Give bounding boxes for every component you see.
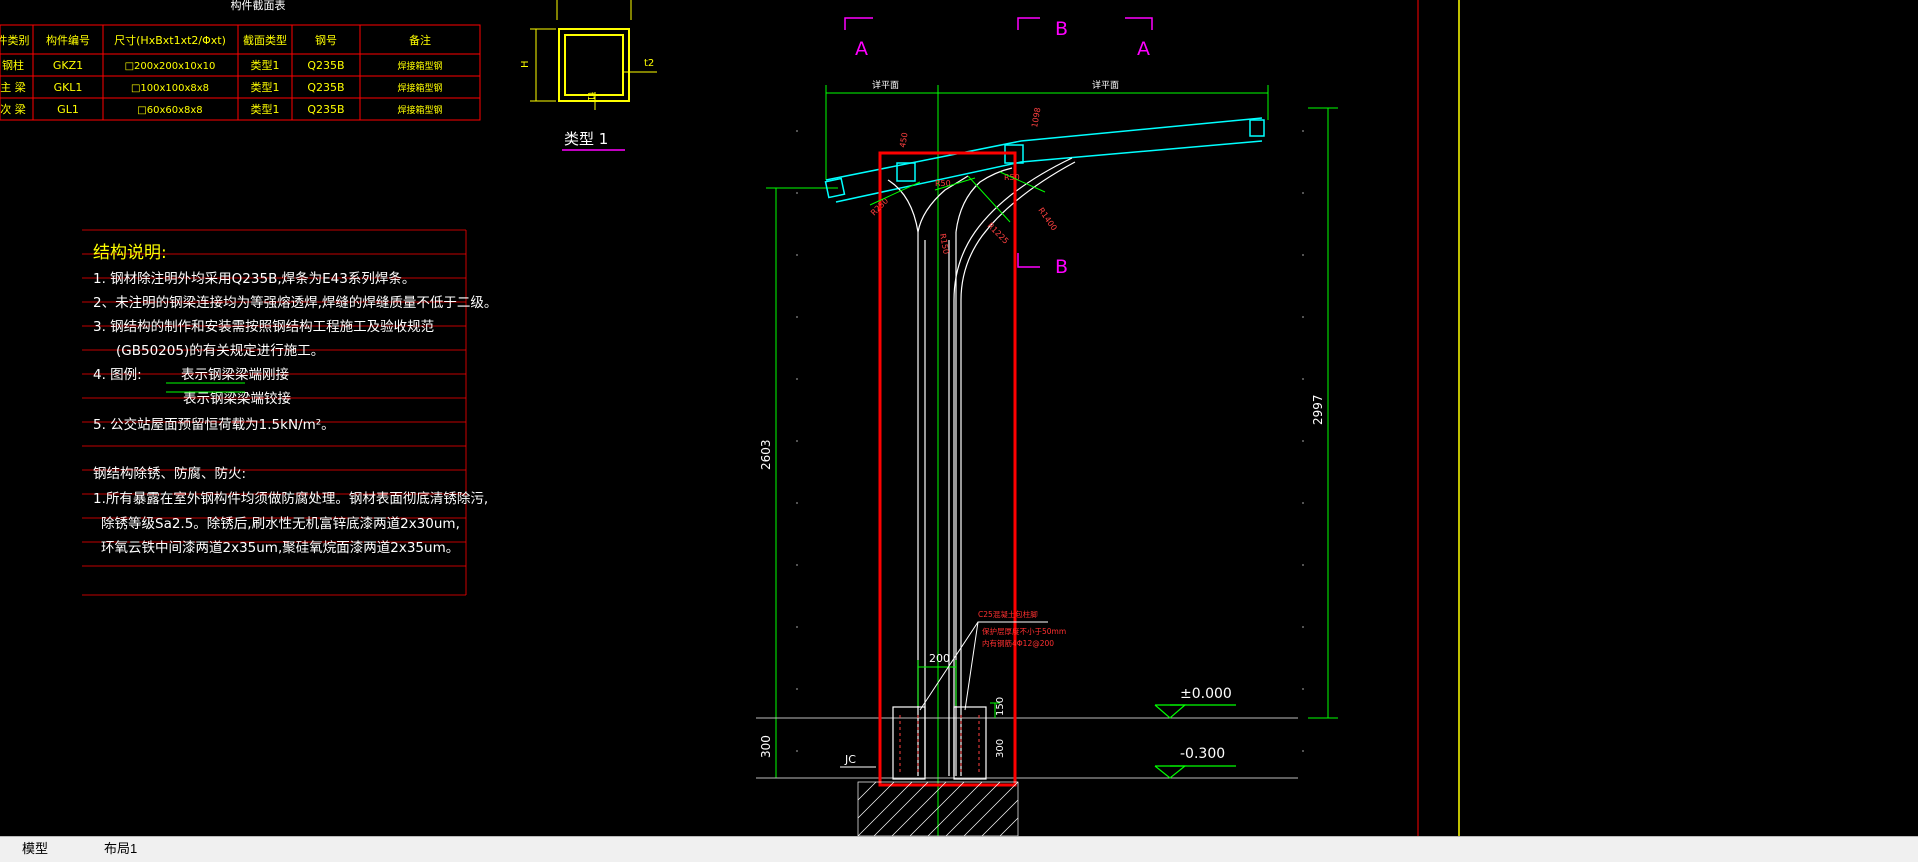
dim-1098: 1098 bbox=[1030, 107, 1042, 129]
tab-layout1-label: 布局1 bbox=[104, 841, 138, 856]
foundation-note: C25混凝土包柱脚 bbox=[978, 609, 1038, 619]
dim-r1400: R1400 bbox=[1036, 206, 1058, 232]
dim-left-height: 2603 bbox=[759, 439, 773, 470]
section-table-title: 构件截面表 bbox=[231, 0, 286, 12]
section-table: 构件截面表 件类别 构件编号 尺寸(HxBxt1xt2/Φxt) 截面类型 钢号… bbox=[0, 0, 481, 121]
dim-t1-label: t1 bbox=[585, 92, 595, 101]
dim-450: 450 bbox=[898, 132, 910, 149]
notes-line: 除锈等级Sa2.5。除锈后,刷水性无机富锌底漆两道2x30um, bbox=[101, 515, 460, 532]
notes-line: 1. 钢材除注明外均采用Q235B,焊条为E43系列焊条。 bbox=[93, 270, 415, 287]
notes-line: 表示钢梁梁端刚接 bbox=[181, 366, 289, 383]
section-type-label: 类型 1 bbox=[564, 130, 608, 148]
notes-line: 2、未注明的钢梁连接均为等强熔透焊,焊缝的焊缝质量不低于二级。 bbox=[93, 294, 497, 311]
notes-line: 表示钢梁梁端铰接 bbox=[183, 390, 291, 407]
notes-subtitle: 钢结构除锈、防腐、防火: bbox=[93, 466, 246, 482]
table-header: 件类别 bbox=[0, 33, 30, 47]
table-header: 截面类型 bbox=[243, 33, 287, 47]
notes-line: 5. 公交站屋面预留恒荷载为1.5kN/m²。 bbox=[93, 416, 335, 433]
table-header: 钢号 bbox=[315, 34, 337, 47]
table-header: 构件编号 bbox=[46, 33, 90, 47]
tab-model-label: 模型 bbox=[22, 841, 49, 856]
table-cell: GL1 bbox=[57, 103, 79, 116]
notes-line: 环氧云铁中间漆两道2x35um,聚硅氧烷面漆两道2x35um。 bbox=[101, 540, 459, 556]
dim-t2-label: t2 bbox=[644, 58, 654, 69]
section-mark-a: A bbox=[1137, 38, 1150, 60]
structural-notes: 结构说明: 1. 钢材除注明外均采用Q235B,焊条为E43系列焊条。 2、未注… bbox=[82, 229, 497, 596]
section-mark-a: A bbox=[855, 38, 868, 60]
dim-r150: R150 bbox=[938, 233, 950, 255]
notes-line: 4. 图例: bbox=[93, 367, 142, 383]
notes-title: 结构说明: bbox=[93, 243, 167, 263]
table-cell: 焊接箱型钢 bbox=[397, 60, 442, 72]
table-cell: GKL1 bbox=[54, 81, 83, 94]
dim-h-label: H bbox=[520, 60, 531, 68]
table-cell: 主 梁 bbox=[0, 80, 26, 94]
table-cell: Q235B bbox=[307, 59, 344, 72]
table-cell: □60x60x8x8 bbox=[137, 105, 202, 116]
table-cell: 焊接箱型钢 bbox=[397, 104, 442, 116]
section-mark-b: B bbox=[1055, 256, 1068, 278]
table-cell: Q235B bbox=[307, 81, 344, 94]
table-cell: 钢柱 bbox=[2, 58, 24, 72]
table-cell: GKZ1 bbox=[53, 59, 83, 72]
dim-200: 200 bbox=[929, 652, 950, 665]
tab-layout1[interactable]: 布局1 bbox=[86, 839, 155, 859]
table-cell: □100x100x8x8 bbox=[131, 83, 209, 94]
jc-label: JC bbox=[844, 753, 856, 766]
notes-line: 3. 钢结构的制作和安装需按照钢结构工程施工及验收规范 bbox=[93, 319, 434, 335]
notes-line: 1.所有暴露在室外钢构件均须做防腐处理。钢材表面彻底清锈除污, bbox=[93, 490, 488, 507]
table-cell: 次 梁 bbox=[0, 102, 26, 116]
dim-right-height: 2997 bbox=[1311, 394, 1325, 425]
dim-left-span: 详平面 bbox=[872, 79, 899, 91]
dim-base-left: 300 bbox=[759, 735, 773, 758]
table-cell: 类型1 bbox=[251, 102, 280, 116]
tab-model[interactable]: 模型 bbox=[4, 839, 66, 859]
foundation-note: 保护层厚度不小于50mm bbox=[982, 626, 1066, 636]
table-cell: 类型1 bbox=[251, 80, 280, 94]
drawing-canvas[interactable]: 构件截面表 件类别 构件编号 尺寸(HxBxt1xt2/Φxt) 截面类型 钢号… bbox=[0, 0, 1918, 836]
table-cell: 焊接箱型钢 bbox=[397, 82, 442, 94]
table-header: 尺寸(HxBxt1xt2/Φxt) bbox=[114, 33, 226, 47]
foundation-note: 内有钢筋4Φ12@200 bbox=[982, 638, 1054, 648]
dim-r-top: R50 bbox=[935, 179, 951, 188]
table-cell: 类型1 bbox=[251, 58, 280, 72]
section-mark-b: B bbox=[1055, 18, 1068, 40]
table-cell: □200x200x10x10 bbox=[125, 61, 216, 72]
notes-line: (GB50205)的有关规定进行施工。 bbox=[116, 343, 324, 359]
dim-right-span: 详平面 bbox=[1092, 79, 1119, 91]
dim-150: 150 bbox=[995, 697, 1006, 716]
dim-base-right: 300 bbox=[995, 739, 1006, 758]
table-header: 备注 bbox=[409, 33, 431, 47]
level-zero: ±0.000 bbox=[1180, 686, 1232, 702]
level-minus-300: -0.300 bbox=[1180, 746, 1225, 762]
shelter-elevation: A B A B 详平面 详平面 2603 300 2997 ±0.000 -0.… bbox=[756, 0, 1460, 836]
table-cell: Q235B bbox=[307, 103, 344, 116]
cad-model-space[interactable]: 构件截面表 件类别 构件编号 尺寸(HxBxt1xt2/Φxt) 截面类型 钢号… bbox=[0, 0, 1918, 836]
layout-tab-bar: 模型 布局1 bbox=[0, 836, 1918, 862]
section-type-detail: H t2 t1 类型 1 bbox=[520, 0, 657, 151]
dim-r1225: R1225 bbox=[986, 221, 1011, 246]
